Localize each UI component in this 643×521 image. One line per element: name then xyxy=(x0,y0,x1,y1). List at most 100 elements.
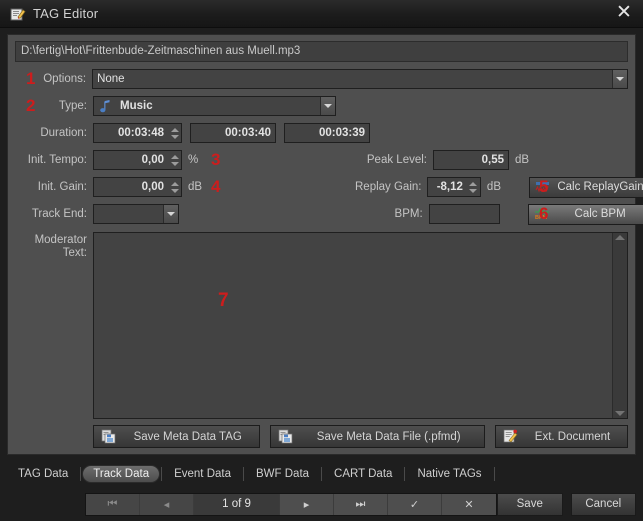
tab-divider xyxy=(161,467,163,481)
moderator-textarea-scrollbar[interactable] xyxy=(612,233,627,418)
duration-field-2[interactable]: 00:03:40 xyxy=(190,123,276,143)
tab-track-data[interactable]: Track Data xyxy=(82,465,161,483)
type-value: Music xyxy=(120,100,153,112)
duration-label: Duration: xyxy=(40,127,87,139)
calc-replaygain-button[interactable]: Calc ReplayGain xyxy=(529,176,643,198)
save-meta-data-file-button[interactable]: Save Meta Data File (.pfmd) xyxy=(270,425,486,448)
moderator-text-label: Moderator Text: xyxy=(15,232,93,419)
replay-gain-field[interactable]: -8,12 xyxy=(427,177,481,197)
replay-gain-group: Replay Gain: -8,12 dB 5 Calc ReplayGain xyxy=(355,175,643,202)
tab-tag-data[interactable]: TAG Data xyxy=(7,465,79,483)
tab-divider xyxy=(80,467,82,481)
chevron-down-icon[interactable] xyxy=(320,97,335,115)
init-tempo-field[interactable]: 0,00 xyxy=(93,150,182,170)
duration-value-2: 00:03:40 xyxy=(224,127,271,139)
peak-level-group: Peak Level: 0,55 dB xyxy=(355,148,643,175)
save-meta-data-tag-label: Save Meta Data TAG xyxy=(133,430,242,443)
meta-actions-bar: Save Meta Data TAG Save Meta Data File (… xyxy=(8,419,635,454)
file-path-field[interactable]: D:\fertig\Hot\Frittenbude-Zeitmaschinen … xyxy=(15,41,628,62)
type-label: Type: xyxy=(58,100,87,112)
replay-gain-stepper[interactable] xyxy=(467,178,480,196)
nav-first-button[interactable]: ⏮ xyxy=(86,493,140,515)
peak-level-value: 0,55 xyxy=(481,154,504,166)
options-label: Options: xyxy=(43,73,87,85)
form-area: 1 Options: None 2 Type: Music Duration: … xyxy=(8,67,643,229)
track-end-row: Track End: BPM: 6 BPM Calc BPM xyxy=(15,202,643,226)
track-end-combobox[interactable] xyxy=(93,204,179,224)
save-document-icon xyxy=(276,429,294,444)
bpm-group: BPM: 6 BPM Calc BPM xyxy=(355,202,643,229)
scroll-up-icon[interactable] xyxy=(615,235,625,240)
calc-bpm-button[interactable]: BPM Calc BPM xyxy=(528,203,643,225)
bpm-field[interactable] xyxy=(428,204,501,224)
duration-field-1[interactable]: 00:03:48 xyxy=(93,123,182,143)
chevron-down-icon[interactable] xyxy=(612,70,627,88)
duration-field-3[interactable]: 00:03:39 xyxy=(284,123,370,143)
options-combobox[interactable]: None xyxy=(92,69,628,89)
music-note-icon xyxy=(94,99,116,113)
init-tempo-label: Init. Tempo: xyxy=(27,154,87,166)
init-gain-row: Init. Gain: 0,00 dB 4 Replay Gain: -8,12 xyxy=(15,175,643,199)
nav-prev-button[interactable]: ◂ xyxy=(140,493,194,515)
editor-panel: D:\fertig\Hot\Frittenbude-Zeitmaschinen … xyxy=(7,34,643,455)
edit-document-icon xyxy=(501,429,519,444)
save-meta-data-tag-button[interactable]: Save Meta Data TAG xyxy=(93,425,261,448)
window-body: D:\fertig\Hot\Frittenbude-Zeitmaschinen … xyxy=(0,28,643,461)
moderator-text-label-line1: Moderator xyxy=(34,234,87,246)
peak-level-row: Peak Level: 0,55 dB xyxy=(355,148,643,172)
tab-bwf-data[interactable]: BWF Data xyxy=(245,465,320,483)
save-button[interactable]: Save xyxy=(497,492,563,516)
tab-native-tags[interactable]: Native TAGs xyxy=(406,465,492,483)
init-tempo-unit: % xyxy=(188,154,199,166)
nav-last-button[interactable]: ⏭ xyxy=(334,493,388,515)
svg-text:BPM: BPM xyxy=(535,215,548,220)
bpm-label: BPM: xyxy=(394,208,423,220)
init-gain-value: 0,00 xyxy=(141,181,164,193)
peak-level-label: Peak Level: xyxy=(366,154,427,166)
init-gain-unit: dB xyxy=(188,181,203,193)
tag-editor-window: TAG Editor ✕ D:\fertig\Hot\Frittenbude-Z… xyxy=(0,0,643,521)
init-tempo-value: 0,00 xyxy=(141,154,164,166)
scroll-down-icon[interactable] xyxy=(615,411,625,416)
save-meta-data-file-label: Save Meta Data File (.pfmd) xyxy=(316,430,461,443)
tab-cart-data[interactable]: CART Data xyxy=(323,465,403,483)
bpm-row: BPM: 6 BPM Calc BPM xyxy=(355,202,643,226)
ext-document-button[interactable]: Ext. Document xyxy=(495,425,628,448)
peak-level-unit: dB xyxy=(515,154,530,166)
nav-accept-button[interactable]: ✓ xyxy=(388,493,442,515)
init-tempo-row: Init. Tempo: 0,00 % 3 Peak Level: 0,55 d… xyxy=(15,148,628,172)
annotation-3: 3 xyxy=(211,150,221,169)
init-gain-field[interactable]: 0,00 xyxy=(93,177,182,197)
tab-divider xyxy=(243,467,244,481)
waveform-icon xyxy=(534,181,552,193)
peak-level-field[interactable]: 0,55 xyxy=(433,150,509,170)
tab-divider xyxy=(321,467,323,481)
type-combobox[interactable]: Music xyxy=(93,96,336,116)
moderator-textarea[interactable]: 7 xyxy=(93,232,628,419)
nav-cancel-button[interactable]: ✕ xyxy=(442,494,496,515)
bpm-icon: BPM xyxy=(533,208,551,220)
init-gain-stepper[interactable] xyxy=(168,178,181,196)
annotation-4: 4 xyxy=(211,177,221,196)
init-tempo-stepper[interactable] xyxy=(168,151,181,169)
track-end-label: Track End: xyxy=(31,208,87,220)
tab-event-data[interactable]: Event Data xyxy=(163,465,242,483)
cancel-button[interactable]: Cancel xyxy=(570,492,636,516)
close-icon[interactable]: ✕ xyxy=(613,2,635,25)
record-navigator: ⏮ ◂ 1 of 9 ▸ ⏭ ✓ ✕ xyxy=(85,492,497,516)
duration-stepper[interactable] xyxy=(168,124,181,142)
type-row: 2 Type: Music xyxy=(15,94,628,118)
chevron-down-icon[interactable] xyxy=(163,205,178,223)
moderator-textarea-body[interactable]: 7 xyxy=(94,233,612,418)
moderator-text-group: Moderator Text: 7 xyxy=(8,229,635,419)
nav-position-label: 1 of 9 xyxy=(194,493,280,515)
options-row: 1 Options: None xyxy=(15,67,628,91)
tab-divider xyxy=(493,467,495,481)
nav-next-button[interactable]: ▸ xyxy=(280,493,334,515)
replay-gain-value: -8,12 xyxy=(436,181,463,193)
duration-value-1: 00:03:48 xyxy=(117,127,164,139)
init-gain-label: Init. Gain: xyxy=(37,181,87,193)
ext-document-label: Ext. Document xyxy=(534,430,611,443)
save-document-icon xyxy=(99,429,117,444)
replay-gain-unit: dB xyxy=(486,181,501,193)
